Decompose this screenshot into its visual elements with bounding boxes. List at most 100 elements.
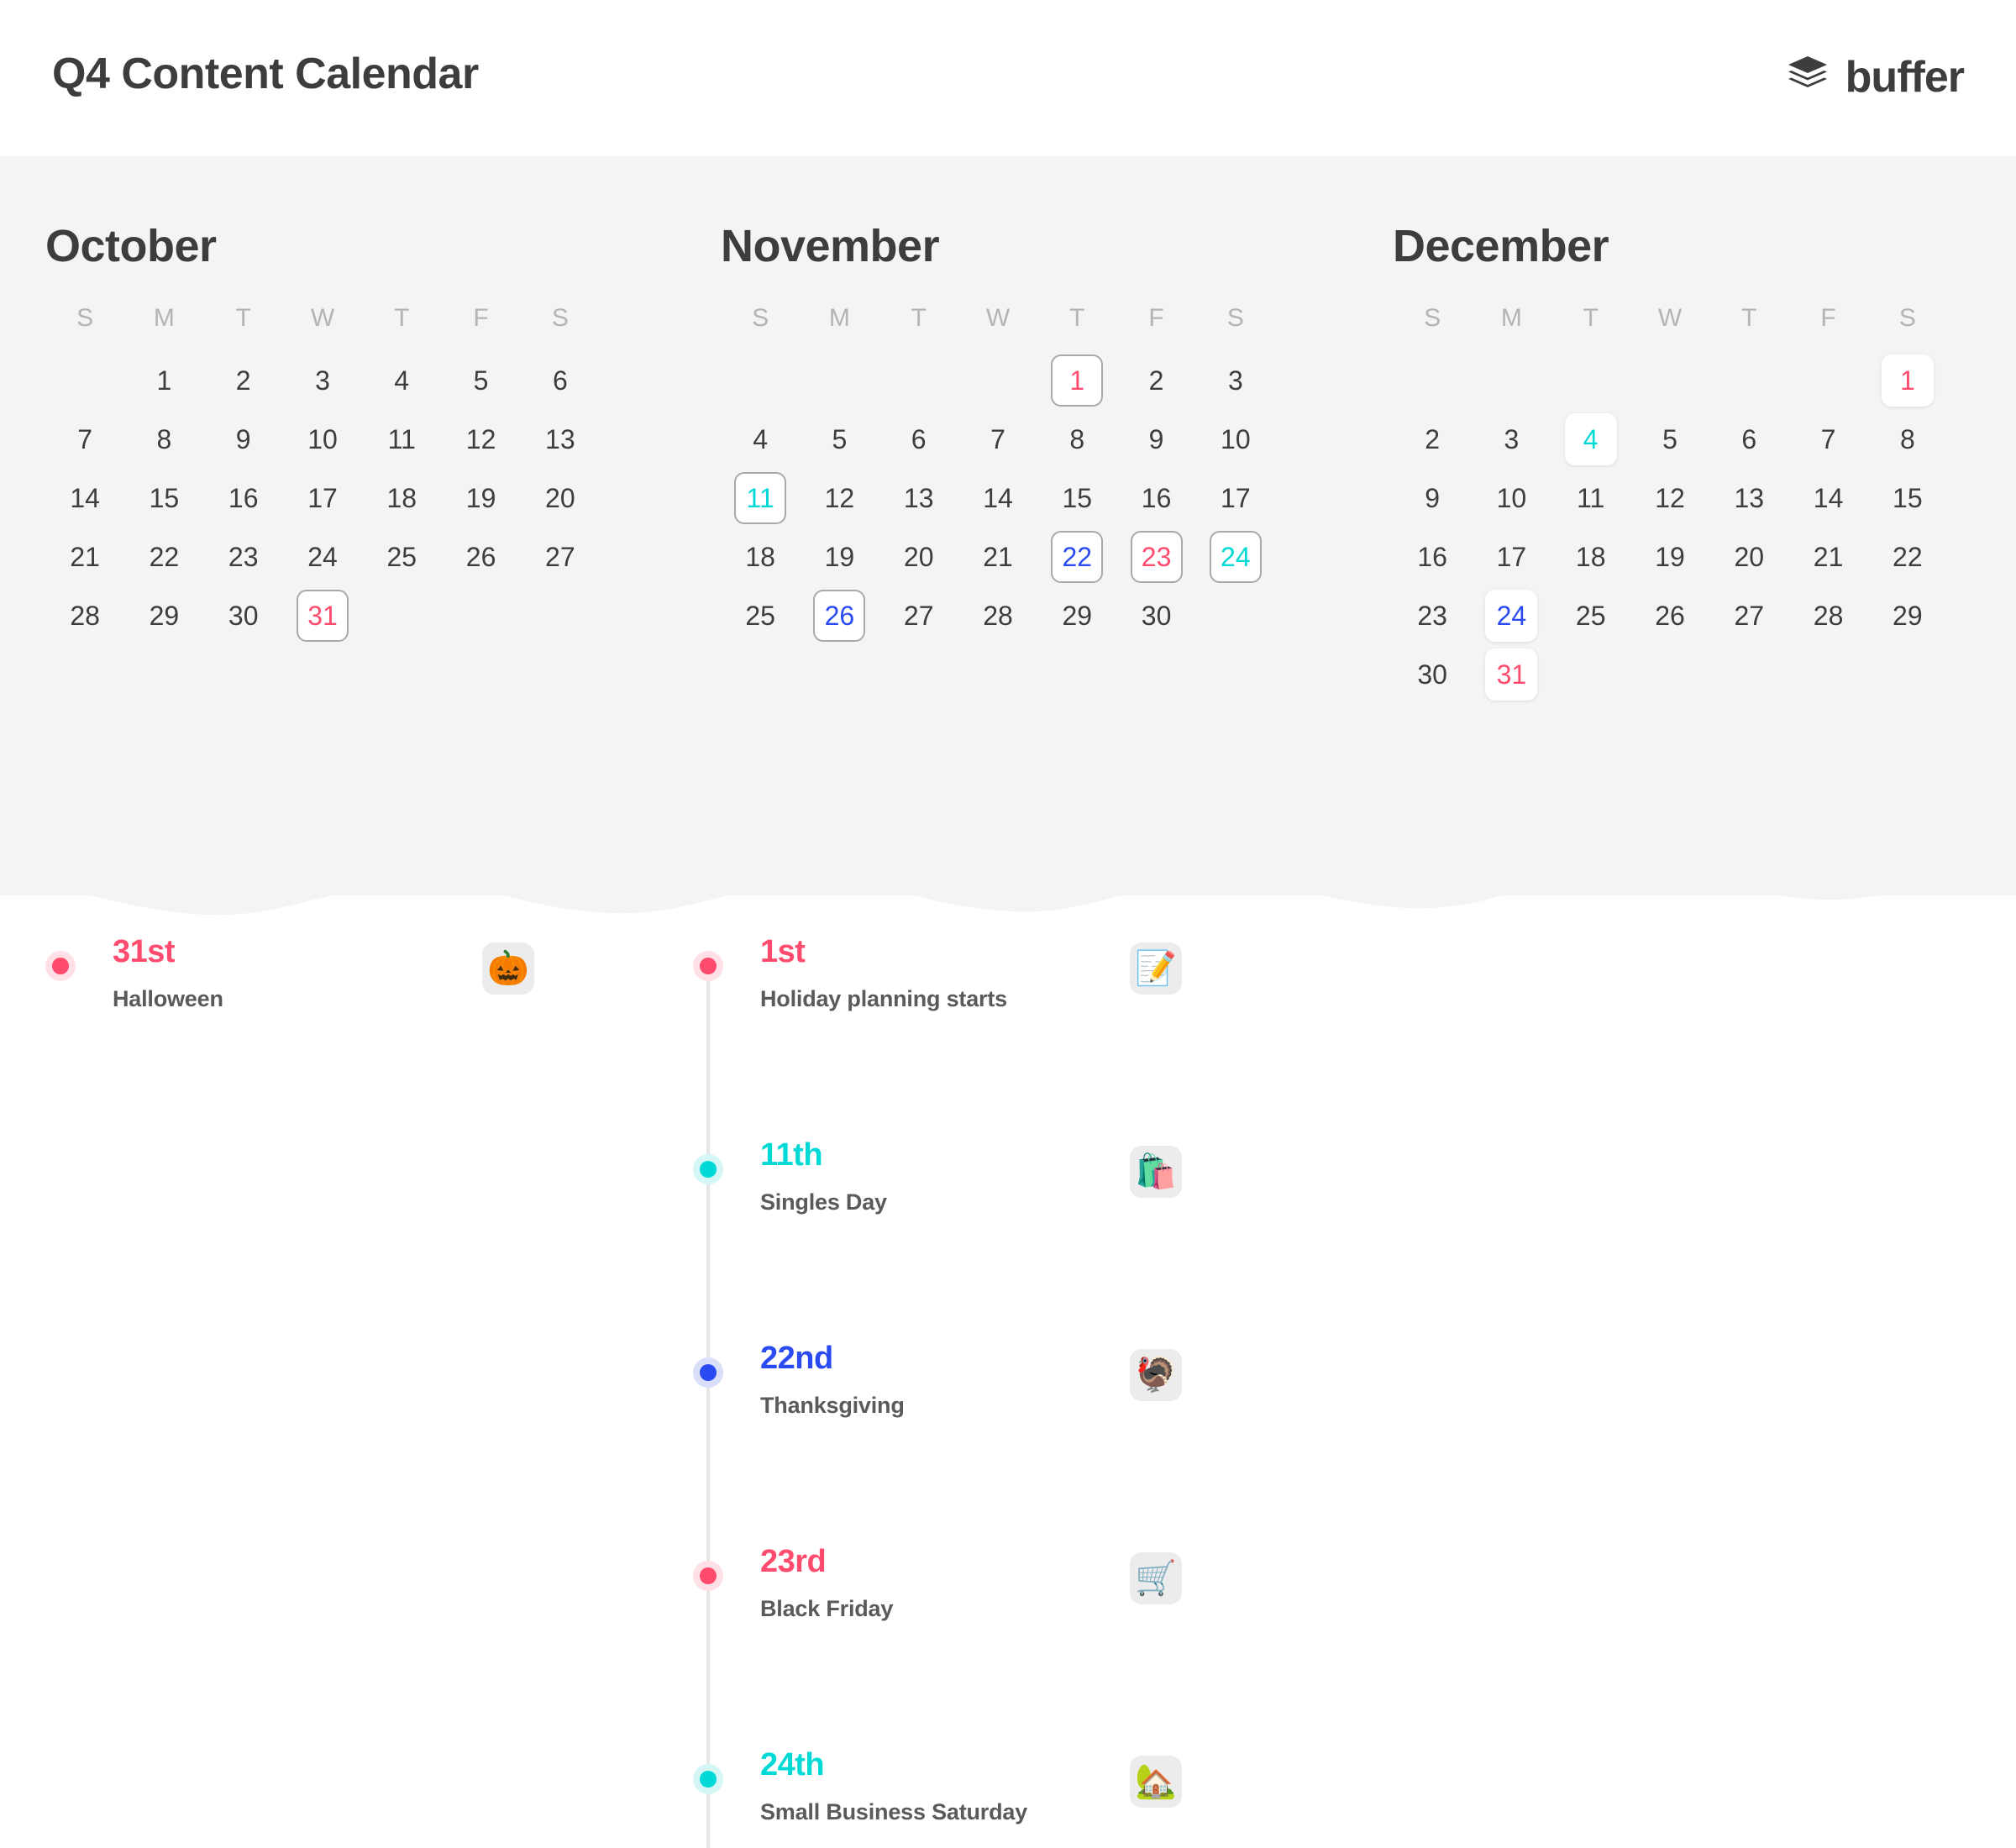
- calendar-day-highlighted[interactable]: 24: [1196, 531, 1275, 583]
- calendar-day[interactable]: 8: [1037, 413, 1116, 465]
- calendar-day[interactable]: 30: [1393, 648, 1472, 701]
- calendar-day[interactable]: 20: [879, 531, 958, 583]
- calendar-month-december: December S M T W T F S 1 2 3 4 5 6 7 8 9 10 11 12 13…: [1344, 156, 2016, 707]
- calendar-day[interactable]: 9: [204, 413, 283, 465]
- calendar-day[interactable]: 2: [204, 354, 283, 407]
- calendar-day[interactable]: 27: [879, 590, 958, 642]
- calendar-day[interactable]: 18: [721, 531, 800, 583]
- calendar-day[interactable]: 26: [1630, 590, 1709, 642]
- calendar-day[interactable]: 28: [958, 590, 1037, 642]
- calendar-day[interactable]: 29: [1037, 590, 1116, 642]
- calendar-day[interactable]: 25: [721, 590, 800, 642]
- calendar-day[interactable]: 1: [124, 354, 203, 407]
- timeline-item[interactable]: 1st Holiday planning starts 📝: [693, 936, 1281, 1132]
- calendar-day-number: 20: [545, 482, 575, 513]
- calendar-day[interactable]: 13: [879, 472, 958, 524]
- calendar-day[interactable]: 25: [362, 531, 441, 583]
- calendar-day[interactable]: 19: [800, 531, 879, 583]
- calendar-day[interactable]: 20: [521, 472, 600, 524]
- calendar-day[interactable]: 23: [204, 531, 283, 583]
- calendar-day[interactable]: 18: [1551, 531, 1630, 583]
- calendar-day-highlighted[interactable]: 4: [1551, 413, 1630, 465]
- calendar-day[interactable]: 5: [1630, 413, 1709, 465]
- calendar-day-highlighted[interactable]: 22: [1037, 531, 1116, 583]
- calendar-day[interactable]: 27: [1709, 590, 1788, 642]
- calendar-day[interactable]: 23: [1393, 590, 1472, 642]
- calendar-day[interactable]: 8: [124, 413, 203, 465]
- calendar-day[interactable]: 4: [362, 354, 441, 407]
- calendar-day[interactable]: 19: [441, 472, 520, 524]
- calendar-day-highlighted[interactable]: 1: [1037, 354, 1116, 407]
- calendar-day[interactable]: 6: [879, 413, 958, 465]
- calendar-day[interactable]: 10: [1472, 472, 1551, 524]
- calendar-day[interactable]: 22: [1868, 531, 1947, 583]
- calendar-day[interactable]: 17: [1196, 472, 1275, 524]
- calendar-day[interactable]: 5: [800, 413, 879, 465]
- calendar-day[interactable]: 28: [1788, 590, 1867, 642]
- calendar-day[interactable]: 29: [124, 590, 203, 642]
- calendar-day[interactable]: 5: [441, 354, 520, 407]
- calendar-day[interactable]: 11: [362, 413, 441, 465]
- calendar-day-highlighted[interactable]: 24: [1472, 590, 1551, 642]
- calendar-day[interactable]: 14: [45, 472, 124, 524]
- timeline-item[interactable]: 11th Singles Day 🛍️: [693, 1139, 1281, 1336]
- calendar-day[interactable]: 25: [1551, 590, 1630, 642]
- calendar-day[interactable]: 14: [1788, 472, 1867, 524]
- calendar-day[interactable]: 16: [204, 472, 283, 524]
- calendar-day[interactable]: 21: [958, 531, 1037, 583]
- calendar-day[interactable]: 27: [521, 531, 600, 583]
- calendar-day-highlighted[interactable]: 11: [721, 472, 800, 524]
- calendar-day[interactable]: 13: [1709, 472, 1788, 524]
- calendar-day-highlighted[interactable]: 23: [1116, 531, 1195, 583]
- calendar-day[interactable]: 30: [204, 590, 283, 642]
- timeline-item[interactable]: 23rd Black Friday 🛒: [693, 1546, 1281, 1742]
- timeline-item[interactable]: 31st Halloween 🎃: [45, 936, 633, 1132]
- calendar-day[interactable]: 17: [283, 472, 362, 524]
- calendar-day[interactable]: 9: [1393, 472, 1472, 524]
- calendar-day[interactable]: 10: [283, 413, 362, 465]
- calendar-day[interactable]: 7: [958, 413, 1037, 465]
- timeline-item[interactable]: 24th Small Business Saturday 🏡: [693, 1749, 1281, 1848]
- calendar-day[interactable]: 6: [1709, 413, 1788, 465]
- calendar-day[interactable]: 21: [45, 531, 124, 583]
- calendar-day-highlighted[interactable]: 1: [1868, 354, 1947, 407]
- calendar-day[interactable]: 15: [124, 472, 203, 524]
- calendar-day[interactable]: 15: [1868, 472, 1947, 524]
- calendar-day[interactable]: 2: [1116, 354, 1195, 407]
- calendar-day[interactable]: 12: [1630, 472, 1709, 524]
- calendar-day[interactable]: 3: [1196, 354, 1275, 407]
- calendar-day[interactable]: 13: [521, 413, 600, 465]
- calendar-day-highlighted[interactable]: 26: [800, 590, 879, 642]
- calendar-day[interactable]: 12: [441, 413, 520, 465]
- calendar-day[interactable]: 15: [1037, 472, 1116, 524]
- calendar-day[interactable]: 2: [1393, 413, 1472, 465]
- calendar-day[interactable]: 26: [441, 531, 520, 583]
- calendar-day[interactable]: 20: [1709, 531, 1788, 583]
- calendar-day[interactable]: 19: [1630, 531, 1709, 583]
- calendar-day[interactable]: 4: [721, 413, 800, 465]
- calendar-day[interactable]: 7: [1788, 413, 1867, 465]
- calendar-day[interactable]: 16: [1393, 531, 1472, 583]
- calendar-day[interactable]: 3: [283, 354, 362, 407]
- calendar-day[interactable]: 30: [1116, 590, 1195, 642]
- calendar-day[interactable]: 8: [1868, 413, 1947, 465]
- calendar-day[interactable]: 9: [1116, 413, 1195, 465]
- calendar-day[interactable]: 29: [1868, 590, 1947, 642]
- calendar-day[interactable]: 12: [800, 472, 879, 524]
- calendar-day[interactable]: 11: [1551, 472, 1630, 524]
- calendar-day[interactable]: 7: [45, 413, 124, 465]
- calendar-day[interactable]: 6: [521, 354, 600, 407]
- calendar-day-highlighted[interactable]: 31: [283, 590, 362, 642]
- calendar-day-highlighted[interactable]: 31: [1472, 648, 1551, 701]
- calendar-day[interactable]: 10: [1196, 413, 1275, 465]
- calendar-day[interactable]: 21: [1788, 531, 1867, 583]
- calendar-day[interactable]: 28: [45, 590, 124, 642]
- timeline-item[interactable]: 22nd Thanksgiving 🦃: [693, 1342, 1281, 1539]
- calendar-day[interactable]: 16: [1116, 472, 1195, 524]
- calendar-day[interactable]: 3: [1472, 413, 1551, 465]
- calendar-day[interactable]: 22: [124, 531, 203, 583]
- calendar-day[interactable]: 14: [958, 472, 1037, 524]
- calendar-day[interactable]: 17: [1472, 531, 1551, 583]
- calendar-day[interactable]: 18: [362, 472, 441, 524]
- calendar-day[interactable]: 24: [283, 531, 362, 583]
